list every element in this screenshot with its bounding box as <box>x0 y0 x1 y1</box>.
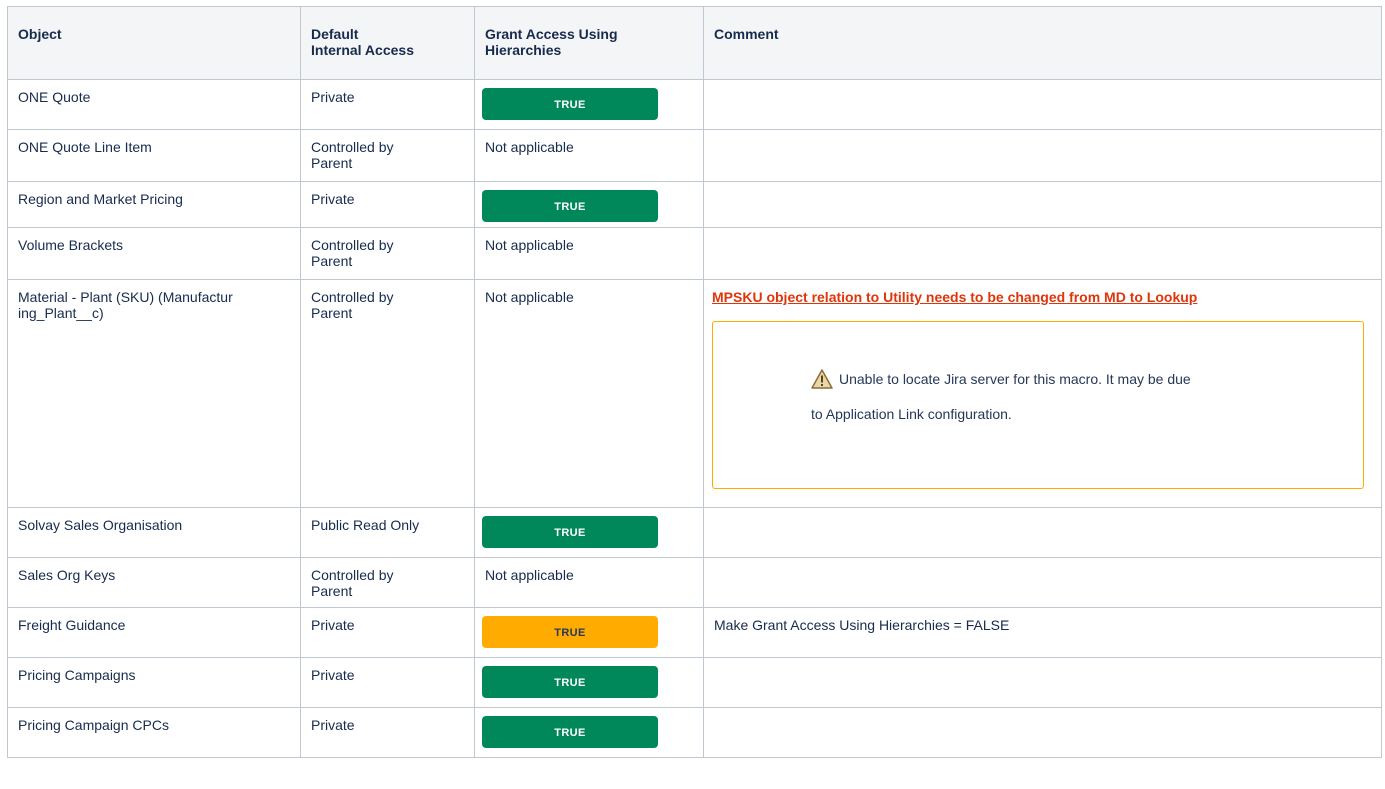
cell-access: Private <box>300 707 475 758</box>
cell-grant: Not applicable <box>474 557 704 608</box>
status-lozenge: TRUE <box>482 190 658 222</box>
header-access-line1: Default <box>311 26 359 42</box>
status-lozenge: TRUE <box>482 716 658 748</box>
warning-text-line2: to Application Link configuration. <box>811 406 1012 422</box>
cell-grant: TRUE <box>474 79 704 130</box>
object-line1: Material - Plant (SKU) (Manufactur <box>18 289 233 305</box>
cell-comment <box>703 129 1382 182</box>
access-table: Object Default Internal Access Grant Acce… <box>7 6 1382 758</box>
cell-grant: Not applicable <box>474 227 704 280</box>
access-line2: Parent <box>311 305 353 321</box>
cell-comment <box>703 557 1382 608</box>
cell-access: Controlled by Parent <box>300 227 475 280</box>
cell-comment <box>703 657 1382 708</box>
cell-object: ONE Quote <box>7 79 301 130</box>
table-row: Pricing Campaign CPCs Private TRUE <box>7 707 1382 758</box>
status-lozenge: TRUE <box>482 88 658 120</box>
access-line2: Parent <box>311 253 353 269</box>
cell-access: Controlled by Parent <box>300 279 475 508</box>
cell-comment <box>703 79 1382 130</box>
cell-object: Pricing Campaign CPCs <box>7 707 301 758</box>
cell-access: Private <box>300 79 475 130</box>
cell-access: Private <box>300 607 475 658</box>
table-row: ONE Quote Private TRUE <box>7 79 1382 130</box>
cell-grant: TRUE <box>474 657 704 708</box>
cell-access: Private <box>300 657 475 708</box>
table-row: Region and Market Pricing Private TRUE <box>7 181 1382 228</box>
header-grant-line1: Grant Access Using <box>485 26 618 42</box>
header-row: Object Default Internal Access Grant Acce… <box>7 6 1382 80</box>
cell-access: Controlled by Parent <box>300 129 475 182</box>
status-lozenge: TRUE <box>482 666 658 698</box>
cell-object: ONE Quote Line Item <box>7 129 301 182</box>
table-row: Pricing Campaigns Private TRUE <box>7 657 1382 708</box>
table-row: Freight Guidance Private TRUE Make Grant… <box>7 607 1382 658</box>
jira-issue-link[interactable]: MPSKU object relation to Utility needs t… <box>712 289 1197 305</box>
cell-grant: TRUE <box>474 707 704 758</box>
header-comment-label: Comment <box>714 26 779 42</box>
access-line2: Parent <box>311 155 353 171</box>
cell-object: Sales Org Keys <box>7 557 301 608</box>
cell-object: Volume Brackets <box>7 227 301 280</box>
access-line2: Parent <box>311 583 353 599</box>
table-row: Sales Org Keys Controlled by Parent Not a… <box>7 557 1382 608</box>
header-object: Object <box>7 6 301 80</box>
header-comment: Comment <box>703 6 1382 80</box>
warning-line1-row: Unable to locate Jira server for this ma… <box>811 369 1363 389</box>
table-row: Material - Plant (SKU) (Manufactur ing_Pl… <box>7 279 1382 508</box>
jira-macro-warning: Unable to locate Jira server for this ma… <box>712 321 1364 489</box>
header-default-internal-access: Default Internal Access <box>300 6 475 80</box>
header-access-line2: Internal Access <box>311 42 414 58</box>
status-lozenge: TRUE <box>482 516 658 548</box>
table-row: Solvay Sales Organisation Public Read On… <box>7 507 1382 558</box>
cell-object: Region and Market Pricing <box>7 181 301 228</box>
cell-object: Freight Guidance <box>7 607 301 658</box>
cell-object: Pricing Campaigns <box>7 657 301 708</box>
access-line1: Controlled by <box>311 237 394 253</box>
cell-comment: MPSKU object relation to Utility needs t… <box>703 279 1382 508</box>
header-object-label: Object <box>18 26 62 42</box>
cell-object: Solvay Sales Organisation <box>7 507 301 558</box>
cell-grant: TRUE <box>474 507 704 558</box>
cell-access: Public Read Only <box>300 507 475 558</box>
cell-grant: TRUE <box>474 607 704 658</box>
access-line1: Controlled by <box>311 139 394 155</box>
warning-icon <box>811 369 833 389</box>
header-grant-access: Grant Access Using Hierarchies <box>474 6 704 80</box>
cell-comment <box>703 227 1382 280</box>
cell-grant: Not applicable <box>474 279 704 508</box>
header-grant-line2: Hierarchies <box>485 42 562 58</box>
table-row: ONE Quote Line Item Controlled by Parent … <box>7 129 1382 182</box>
warning-text-line1: Unable to locate Jira server for this ma… <box>839 371 1191 387</box>
cell-grant: TRUE <box>474 181 704 228</box>
cell-access: Private <box>300 181 475 228</box>
cell-comment <box>703 181 1382 228</box>
object-line2: ing_Plant__c) <box>18 305 104 321</box>
cell-comment <box>703 707 1382 758</box>
status-lozenge: TRUE <box>482 616 658 648</box>
table-row: Volume Brackets Controlled by Parent Not … <box>7 227 1382 280</box>
access-line1: Controlled by <box>311 567 394 583</box>
cell-comment <box>703 507 1382 558</box>
cell-grant: Not applicable <box>474 129 704 182</box>
cell-object: Material - Plant (SKU) (Manufactur ing_Pl… <box>7 279 301 508</box>
cell-access: Controlled by Parent <box>300 557 475 608</box>
access-line1: Controlled by <box>311 289 394 305</box>
cell-comment: Make Grant Access Using Hierarchies = FA… <box>703 607 1382 658</box>
table-wrapper: Object Default Internal Access Grant Acce… <box>7 6 1382 758</box>
